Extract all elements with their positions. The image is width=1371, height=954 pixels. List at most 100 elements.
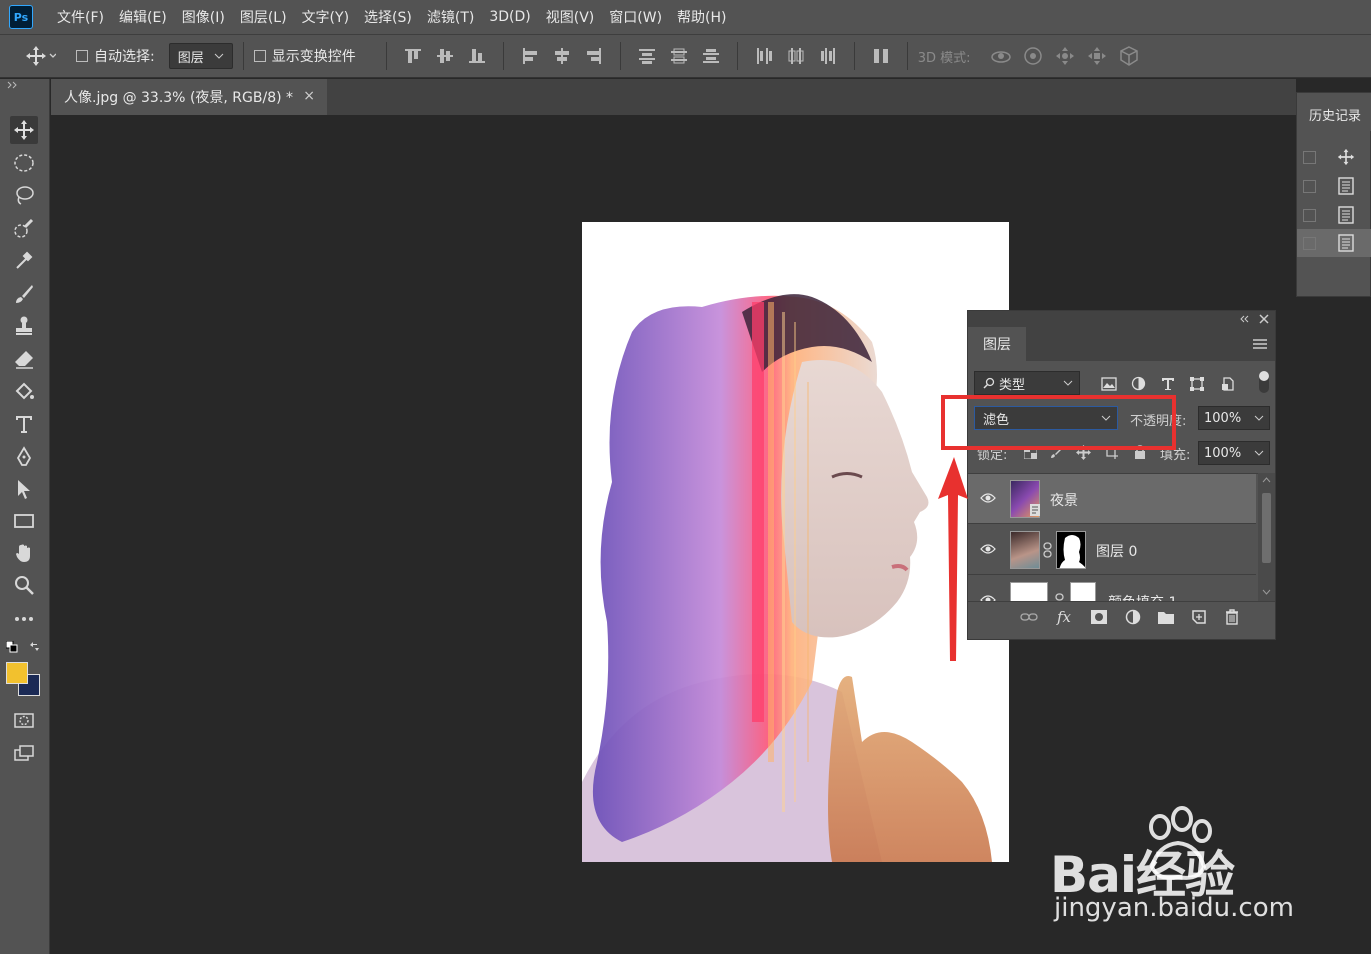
marquee-tool[interactable] xyxy=(10,149,38,177)
distribute-top-icon[interactable] xyxy=(636,45,658,67)
default-colors-icon[interactable] xyxy=(6,641,18,653)
scrollbar-thumb[interactable] xyxy=(1262,493,1271,563)
distribute-right-icon[interactable] xyxy=(817,45,839,67)
tab-layers[interactable]: 图层 xyxy=(968,327,1026,361)
type-tool[interactable] xyxy=(10,410,38,438)
menu-layer[interactable]: 图层(L) xyxy=(240,7,287,27)
fx-icon[interactable]: fx xyxy=(1057,608,1071,626)
layer-mask-thumbnail[interactable] xyxy=(1056,531,1086,569)
align-right-icon[interactable] xyxy=(583,45,605,67)
rectangle-tool[interactable] xyxy=(10,507,38,535)
3d-orbit-icon[interactable] xyxy=(990,45,1012,67)
eye-icon[interactable] xyxy=(980,492,996,504)
menu-help[interactable]: 帮助(H) xyxy=(677,7,726,27)
history-snapshot-box[interactable] xyxy=(1303,237,1316,250)
layer-row-layer-0[interactable]: 图层 0 xyxy=(968,525,1256,575)
link-layers-icon[interactable] xyxy=(1020,612,1038,622)
filter-toggle-switch[interactable] xyxy=(1259,371,1269,393)
menu-3d[interactable]: 3D(D) xyxy=(489,9,530,25)
layer-filter-dropdown[interactable]: 类型 xyxy=(974,371,1080,395)
layers-scrollbar[interactable] xyxy=(1258,473,1275,601)
add-mask-icon[interactable] xyxy=(1091,610,1107,624)
history-item[interactable] xyxy=(1297,172,1371,200)
history-snapshot-box[interactable] xyxy=(1303,180,1316,193)
distribute-spacing-icon[interactable] xyxy=(870,45,892,67)
filter-adjustment-icon[interactable] xyxy=(1131,376,1146,391)
pen-tool[interactable] xyxy=(10,443,38,471)
hand-tool[interactable] xyxy=(10,539,38,567)
trash-icon[interactable] xyxy=(1225,609,1239,625)
distribute-bottom-icon[interactable] xyxy=(700,45,722,67)
align-vertical-center-icon[interactable] xyxy=(434,45,456,67)
paint-bucket-tool[interactable] xyxy=(10,378,38,406)
align-bottom-icon[interactable] xyxy=(466,45,488,67)
filter-type-icon[interactable] xyxy=(1161,377,1175,391)
path-selection-tool[interactable] xyxy=(10,475,38,503)
history-snapshot-box[interactable] xyxy=(1303,151,1316,164)
history-snapshot-box[interactable] xyxy=(1303,209,1316,222)
auto-select-checkbox[interactable] xyxy=(76,50,88,62)
eye-icon[interactable] xyxy=(980,594,996,601)
more-tools[interactable] xyxy=(10,605,38,633)
tab-history[interactable]: 历史记录 xyxy=(1297,93,1371,131)
filter-shape-icon[interactable] xyxy=(1190,377,1204,391)
filter-pixel-icon[interactable] xyxy=(1101,377,1117,391)
new-group-folder-icon[interactable] xyxy=(1158,611,1174,624)
document-tab[interactable]: 人像.jpg @ 33.3% (夜景, RGB/8) * × xyxy=(51,79,327,115)
layer-row-night-scene[interactable]: 夜景 xyxy=(968,474,1256,524)
close-panel-icon[interactable] xyxy=(1259,314,1269,324)
panel-menu-icon[interactable] xyxy=(1253,339,1267,349)
screen-mode-tool[interactable] xyxy=(10,739,38,767)
show-transform-checkbox[interactable] xyxy=(253,50,266,62)
eyedropper-tool[interactable] xyxy=(10,246,38,274)
link-icon[interactable] xyxy=(1043,542,1052,558)
align-top-icon[interactable] xyxy=(402,45,424,67)
menu-window[interactable]: 窗口(W) xyxy=(609,7,662,27)
quick-selection-tool[interactable] xyxy=(10,214,38,242)
layer-mask-thumbnail[interactable] xyxy=(1070,582,1096,601)
clone-stamp-tool[interactable] xyxy=(10,312,38,340)
menu-image[interactable]: 图像(I) xyxy=(182,7,225,27)
brush-tool[interactable] xyxy=(10,280,38,308)
fill-input[interactable]: 100% xyxy=(1198,441,1270,465)
scroll-up-icon[interactable] xyxy=(1262,477,1271,483)
swap-colors-icon[interactable] xyxy=(28,641,40,653)
history-item-current[interactable] xyxy=(1297,229,1371,257)
filter-smart-object-icon[interactable] xyxy=(1221,377,1235,391)
distribute-horizontal-center-icon[interactable] xyxy=(785,45,807,67)
eraser-tool[interactable] xyxy=(10,345,38,373)
opacity-input[interactable]: 100% xyxy=(1198,406,1270,430)
3d-pan-icon[interactable] xyxy=(1054,45,1076,67)
history-item[interactable] xyxy=(1297,201,1371,229)
new-adjustment-layer-icon[interactable] xyxy=(1125,609,1141,625)
move-tool[interactable] xyxy=(10,116,38,144)
menu-view[interactable]: 视图(V) xyxy=(546,7,595,27)
3d-roll-icon[interactable] xyxy=(1022,45,1044,67)
eye-icon[interactable] xyxy=(980,543,996,555)
auto-select-target-dropdown[interactable]: 图层 xyxy=(168,43,233,69)
quick-mask-tool[interactable] xyxy=(10,706,38,734)
new-layer-icon[interactable] xyxy=(1192,610,1206,624)
distribute-vertical-center-icon[interactable] xyxy=(668,45,690,67)
zoom-tool[interactable] xyxy=(10,571,38,599)
menu-filter[interactable]: 滤镜(T) xyxy=(427,7,474,27)
lasso-tool[interactable] xyxy=(10,181,38,209)
collapse-panel-icon[interactable] xyxy=(1239,315,1249,323)
3d-scale-icon[interactable] xyxy=(1118,45,1140,67)
close-icon[interactable]: × xyxy=(303,88,315,104)
3d-slide-icon[interactable] xyxy=(1086,45,1108,67)
menu-select[interactable]: 选择(S) xyxy=(364,7,412,27)
scroll-down-icon[interactable] xyxy=(1262,589,1271,595)
menu-file[interactable]: 文件(F) xyxy=(57,7,104,27)
align-horizontal-center-icon[interactable] xyxy=(551,45,573,67)
collapse-arrows-icon[interactable] xyxy=(6,81,20,89)
history-item[interactable] xyxy=(1297,143,1371,171)
layer-row-color-fill[interactable]: 颜色填充 1 xyxy=(968,576,1256,601)
foreground-color-swatch[interactable] xyxy=(6,662,28,684)
link-icon[interactable] xyxy=(1055,593,1064,601)
distribute-left-icon[interactable] xyxy=(753,45,775,67)
menu-type[interactable]: 文字(Y) xyxy=(302,7,349,27)
menu-edit[interactable]: 编辑(E) xyxy=(119,7,167,27)
move-tool-preset-icon[interactable] xyxy=(26,45,56,67)
align-left-icon[interactable] xyxy=(519,45,541,67)
